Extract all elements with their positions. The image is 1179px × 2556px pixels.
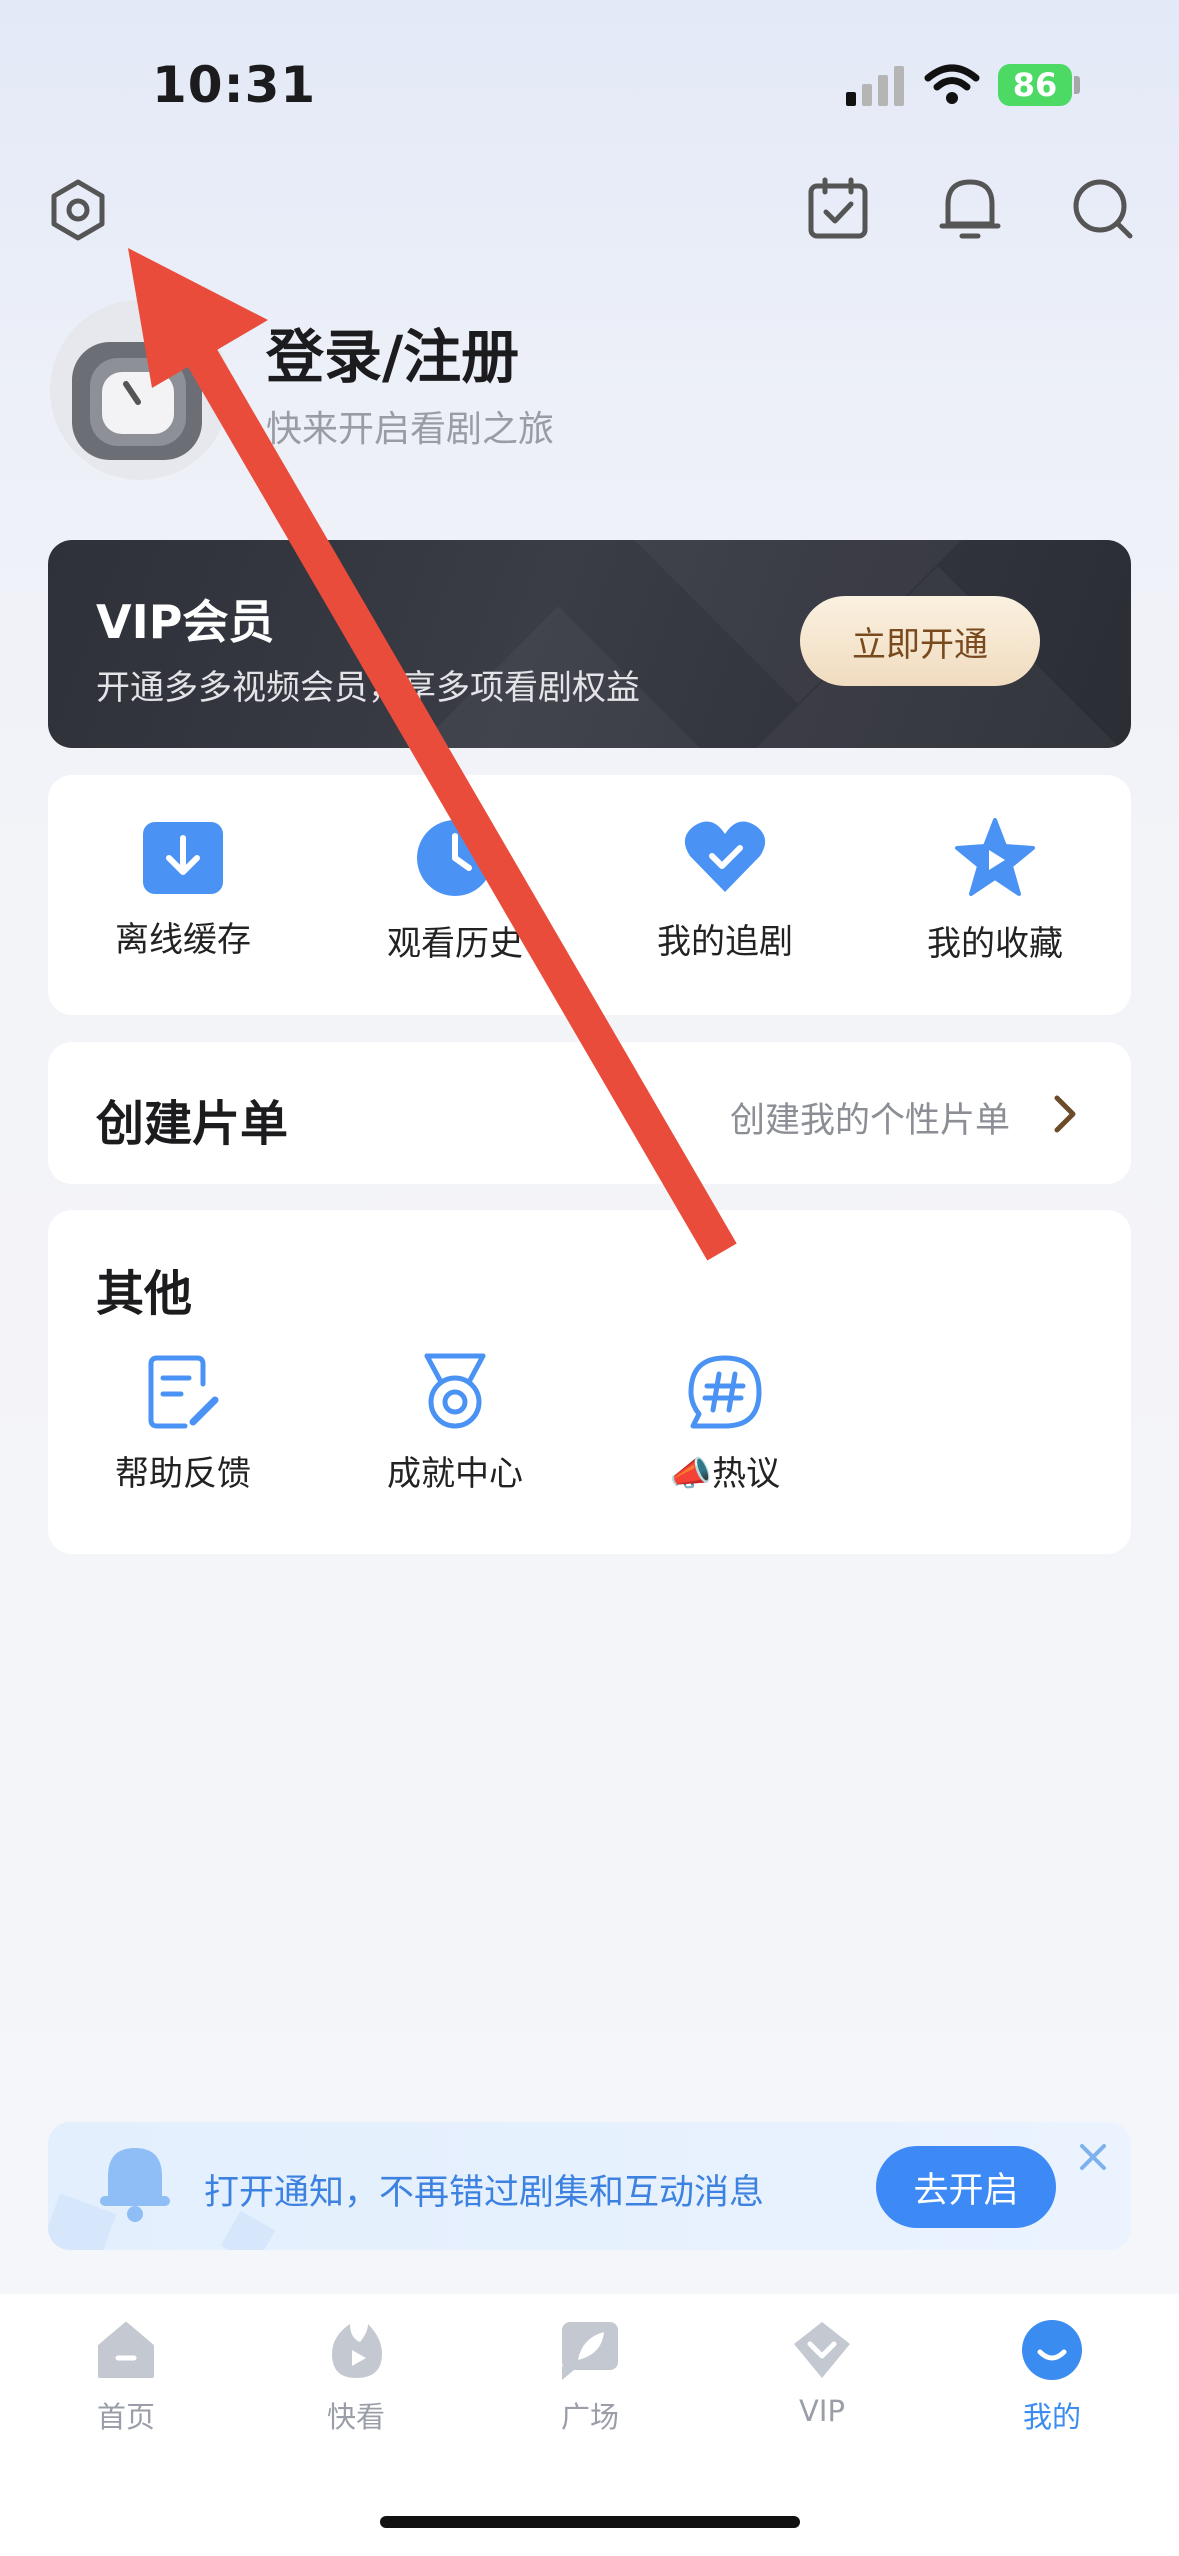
quick-item-my-follows[interactable]: 我的追剧 (625, 821, 825, 963)
tab-home[interactable]: 首页 (56, 2318, 196, 2436)
tab-quick-watch[interactable]: 快看 (286, 2318, 426, 2436)
play-flame-icon (332, 2324, 382, 2378)
tab-label: 广场 (560, 2400, 619, 2434)
chevron-right-icon[interactable] (1052, 1094, 1078, 1134)
other-item-label: 帮助反馈 (115, 1454, 251, 1494)
home-icon (98, 2322, 154, 2378)
quick-item-label: 我的收藏 (927, 924, 1063, 964)
tab-plaza[interactable]: 广场 (520, 2318, 660, 2436)
cellular-signal-icon (846, 66, 904, 106)
notification-text: 打开通知，不再错过剧集和互动消息 (204, 2173, 765, 2213)
quick-item-my-favorites[interactable]: 我的收藏 (895, 818, 1095, 965)
search-icon[interactable] (1068, 174, 1136, 242)
other-title: 其他 (96, 1266, 193, 1322)
download-icon (143, 822, 223, 894)
quick-item-offline-cache[interactable]: 离线缓存 (83, 822, 283, 961)
avatar[interactable] (50, 300, 230, 480)
other-item-help-feedback[interactable]: 帮助反馈 (83, 1352, 283, 1495)
tab-label: 快看 (326, 2400, 385, 2434)
vip-open-button[interactable]: 立即开通 (800, 596, 1040, 686)
me-icon (1022, 2320, 1082, 2380)
close-icon[interactable] (1078, 2142, 1108, 2172)
vip-subtitle: 开通多多视频会员，享多项看剧权益 (96, 668, 640, 708)
tab-label: VIP (799, 2394, 845, 2428)
enable-notifications-button[interactable]: 去开启 (876, 2146, 1056, 2228)
other-item-achievement-center[interactable]: 成就中心 (355, 1352, 555, 1495)
wifi-icon (924, 64, 980, 104)
other-item-hot-discussion[interactable]: 📣热议 (625, 1352, 825, 1495)
login-register-title[interactable]: 登录/注册 (266, 310, 519, 394)
create-playlist-action[interactable]: 创建我的个性片单 (730, 1092, 1010, 1143)
vip-title: VIP会员 (96, 595, 275, 649)
battery-tip (1074, 76, 1080, 94)
quick-item-label: 离线缓存 (115, 920, 251, 960)
battery-indicator: 86 (998, 64, 1072, 106)
tab-me[interactable]: 我的 (982, 2318, 1122, 2436)
quick-item-label: 观看历史 (387, 924, 523, 964)
other-item-label: 成就中心 (387, 1454, 523, 1494)
clock-icon (417, 820, 493, 896)
quick-item-label: 我的追剧 (657, 922, 793, 962)
tab-label-active: 我的 (1022, 2400, 1081, 2434)
hashtag-icon (688, 1355, 762, 1429)
create-playlist-title: 创建片单 (96, 1096, 289, 1152)
tv-mascot-icon (72, 342, 202, 460)
status-time: 10:31 (152, 56, 317, 114)
medal-icon (424, 1353, 486, 1429)
other-item-label: 📣热议 (669, 1454, 781, 1494)
feather-icon (562, 2322, 618, 2380)
tab-label: 首页 (96, 2400, 155, 2434)
star-icon (955, 818, 1035, 896)
bell-icon (100, 2148, 170, 2222)
gear-icon[interactable] (44, 176, 112, 244)
bell-icon[interactable] (938, 174, 1002, 244)
profile-subtitle: 快来开启看剧之旅 (266, 409, 555, 450)
heart-icon (684, 821, 766, 892)
quick-item-watch-history[interactable]: 观看历史 (355, 820, 555, 965)
home-indicator[interactable] (380, 2516, 800, 2528)
tab-vip[interactable]: VIP (752, 2318, 892, 2428)
vip-diamond-icon (794, 2322, 850, 2378)
feedback-icon (148, 1355, 219, 1429)
calendar-check-icon[interactable] (806, 176, 870, 242)
